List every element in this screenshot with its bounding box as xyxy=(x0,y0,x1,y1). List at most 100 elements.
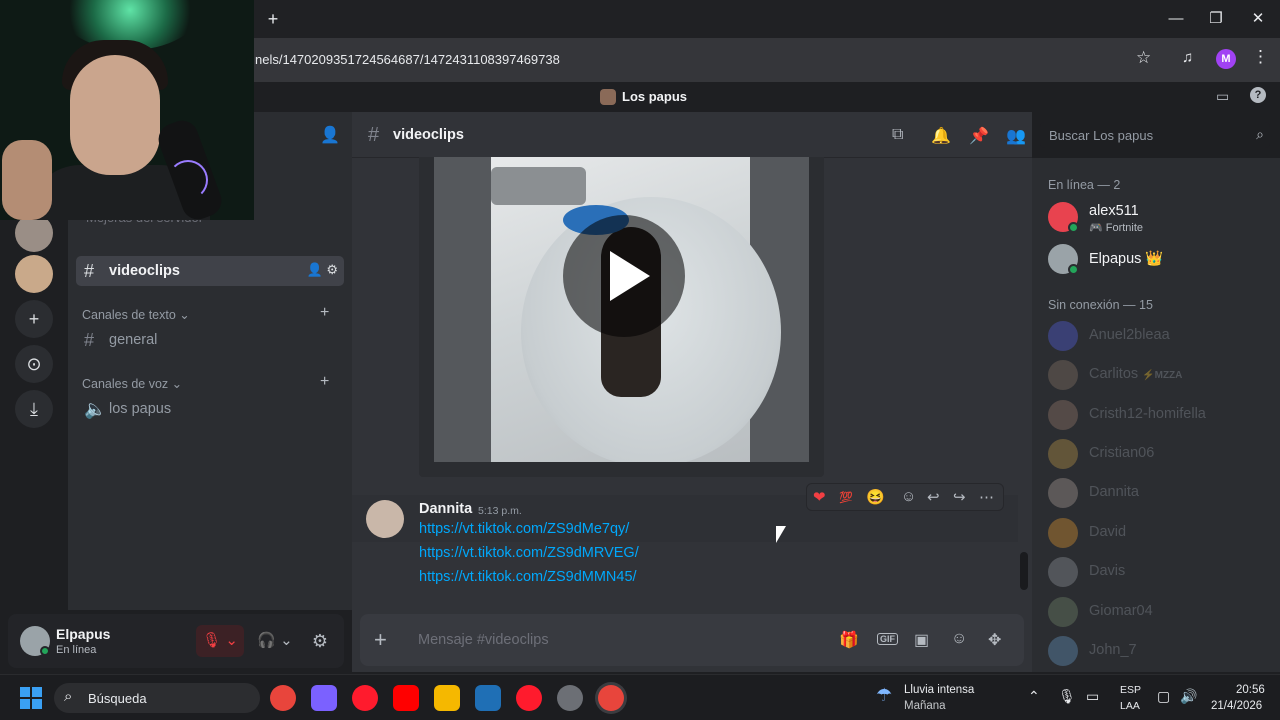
language-top[interactable]: ESP xyxy=(1120,684,1141,696)
add-channel-icon[interactable]: + xyxy=(320,304,329,322)
chrome-icon[interactable] xyxy=(270,685,296,711)
member-item[interactable]: Cristian06 xyxy=(1048,437,1268,471)
avatar[interactable] xyxy=(366,500,404,538)
user-name[interactable]: Elpapus xyxy=(56,626,110,642)
member-list-icon[interactable]: 👥 xyxy=(1006,126,1026,146)
member-item[interactable]: alex511 🎮 Fortnite xyxy=(1048,200,1268,234)
user-settings-icon[interactable]: ⚙ xyxy=(304,625,336,657)
category-text-channels[interactable]: Canales de texto ⌄ xyxy=(82,307,190,322)
battery-icon[interactable]: ▭ xyxy=(1086,688,1099,705)
v-app-icon[interactable] xyxy=(475,685,501,711)
online-status-dot xyxy=(1068,264,1079,275)
weather-subtitle: Mañana xyxy=(904,700,946,712)
copilot-icon[interactable] xyxy=(311,685,337,711)
hundred-reaction-icon[interactable]: 💯 xyxy=(839,491,853,504)
rain-cloud-icon[interactable]: ☂ xyxy=(876,685,892,706)
message-input[interactable]: Mensaje #videoclips xyxy=(418,632,549,648)
member-item[interactable]: Davis xyxy=(1048,555,1268,589)
member-item[interactable]: Giomar04 xyxy=(1048,595,1268,629)
avatar xyxy=(1048,518,1078,548)
add-server-icon[interactable]: + xyxy=(15,300,53,338)
server-title: Los papus xyxy=(622,89,688,104)
browser-menu-icon[interactable]: ⋮ xyxy=(1252,47,1269,67)
microphone-icon[interactable]: 🎙 xyxy=(1058,688,1076,705)
member-name: Carlitos ⚡MZZA xyxy=(1089,366,1183,382)
clock-time[interactable]: 20:56 xyxy=(1236,684,1265,696)
file-explorer-icon[interactable] xyxy=(434,685,460,711)
taskbar-search-input[interactable]: ⌕ Búsqueda xyxy=(54,683,260,713)
opera-gx-icon[interactable] xyxy=(516,685,542,711)
help-icon[interactable]: ? xyxy=(1250,87,1266,103)
member-item[interactable]: Carlitos ⚡MZZA xyxy=(1048,358,1268,392)
channel-item-videoclips[interactable]: # videoclips 👤 ⚙ xyxy=(76,256,344,286)
emoji-icon[interactable]: ☺ xyxy=(951,630,967,648)
reply-icon[interactable]: ↩ xyxy=(927,488,940,506)
mute-microphone-button[interactable]: 🎙 ⌄ xyxy=(196,625,244,657)
member-item[interactable]: Cristh12-homifella xyxy=(1048,398,1268,432)
network-icon[interactable]: ▢ xyxy=(1157,688,1170,705)
message-link[interactable]: https://vt.tiktok.com/ZS9dMRVEG/ xyxy=(419,545,639,561)
media-control-icon[interactable]: ♫ xyxy=(1182,49,1193,66)
play-button[interactable] xyxy=(563,215,685,337)
notification-bell-icon[interactable]: 🔔 xyxy=(931,126,951,146)
more-options-icon[interactable]: ⋯ xyxy=(979,488,994,506)
member-item[interactable]: Dannita xyxy=(1048,476,1268,510)
headphones-button[interactable]: 🎧 ⌄ xyxy=(252,625,298,657)
bookmark-star-icon[interactable]: ☆ xyxy=(1136,48,1151,68)
server-icon[interactable] xyxy=(15,255,53,293)
maximize-button[interactable]: ❐ xyxy=(1196,6,1236,32)
new-tab-button[interactable]: + xyxy=(262,8,284,30)
minimize-button[interactable]: — xyxy=(1156,6,1196,32)
pin-icon[interactable]: 📌 xyxy=(969,126,989,146)
member-item[interactable]: Anuel2bleaa xyxy=(1048,319,1268,353)
weather-title[interactable]: Lluvia intensa xyxy=(904,684,974,696)
member-name: Dannita xyxy=(1089,484,1139,500)
chrome-active-icon[interactable] xyxy=(598,685,624,711)
laugh-reaction-icon[interactable]: 😆 xyxy=(866,488,885,506)
member-item[interactable]: Elpapus 👑 xyxy=(1048,242,1268,276)
user-panel: Elpapus En línea 🎙 ⌄ 🎧 ⌄ ⚙ xyxy=(8,614,344,668)
invite-people-icon[interactable]: 👤 xyxy=(320,125,340,145)
add-attachment-icon[interactable]: + xyxy=(374,627,387,653)
apps-icon[interactable]: ✥ xyxy=(988,630,1001,650)
channel-settings-icon[interactable]: 👤 ⚙ xyxy=(307,262,338,278)
chat-scrollbar[interactable] xyxy=(1020,552,1028,590)
add-channel-icon[interactable]: + xyxy=(320,373,329,391)
volume-icon[interactable]: 🔊 xyxy=(1180,688,1197,705)
forward-icon[interactable]: ↪ xyxy=(953,488,966,506)
sticker-icon[interactable]: ▣ xyxy=(914,630,929,650)
video-player[interactable] xyxy=(434,157,809,462)
member-item[interactable]: John_7 xyxy=(1048,634,1268,668)
explore-compass-icon[interactable]: ⊙ xyxy=(15,345,53,383)
app-icon[interactable] xyxy=(557,685,583,711)
search-input[interactable]: Buscar Los papus ⌕ xyxy=(1040,122,1270,148)
message-composer[interactable]: + Mensaje #videoclips 🎁 GIF ▣ ☺ ✥ xyxy=(360,614,1024,666)
channel-item-los-papus[interactable]: 🔈 los papus xyxy=(76,394,344,424)
opera-icon[interactable] xyxy=(352,685,378,711)
member-tag: ⚡MZZA xyxy=(1142,370,1183,381)
speaker-icon: 🔈 xyxy=(84,399,107,419)
heart-reaction-icon[interactable]: ❤ xyxy=(813,488,826,506)
download-icon[interactable]: ⤓ xyxy=(15,390,53,428)
windows-taskbar: ⌕ Búsqueda ☂ Lluvia intensa Mañana ⌃ 🎙 ▭… xyxy=(0,674,1280,720)
profile-avatar[interactable]: M xyxy=(1216,49,1236,69)
url-field[interactable]: nels/1470209351724564687/147243110839746… xyxy=(255,52,560,67)
message-author[interactable]: Dannita xyxy=(419,501,472,517)
gif-icon[interactable]: GIF xyxy=(877,633,898,645)
inbox-icon[interactable]: ▭ xyxy=(1216,88,1229,105)
message-toolbar: ❤ 💯 😆 ☺ ↩ ↪ ⋯ xyxy=(806,483,1004,511)
mouse-cursor-icon xyxy=(776,526,786,543)
youtube-icon[interactable] xyxy=(393,685,419,711)
chevron-up-icon[interactable]: ⌃ xyxy=(1028,688,1040,705)
play-icon xyxy=(610,251,650,301)
member-item[interactable]: David xyxy=(1048,516,1268,550)
channel-item-general[interactable]: # general xyxy=(76,325,344,355)
add-reaction-icon[interactable]: ☺ xyxy=(901,488,916,505)
close-window-button[interactable]: ✕ xyxy=(1238,6,1278,32)
gift-icon[interactable]: 🎁 xyxy=(839,630,859,650)
message-link[interactable]: https://vt.tiktok.com/ZS9dMMN45/ xyxy=(419,569,637,585)
windows-start-icon[interactable] xyxy=(20,687,42,709)
category-voice-channels[interactable]: Canales de voz ⌄ xyxy=(82,376,182,391)
message-link[interactable]: https://vt.tiktok.com/ZS9dMe7qy/ xyxy=(419,521,629,537)
threads-icon[interactable]: ⧉ xyxy=(892,126,903,144)
